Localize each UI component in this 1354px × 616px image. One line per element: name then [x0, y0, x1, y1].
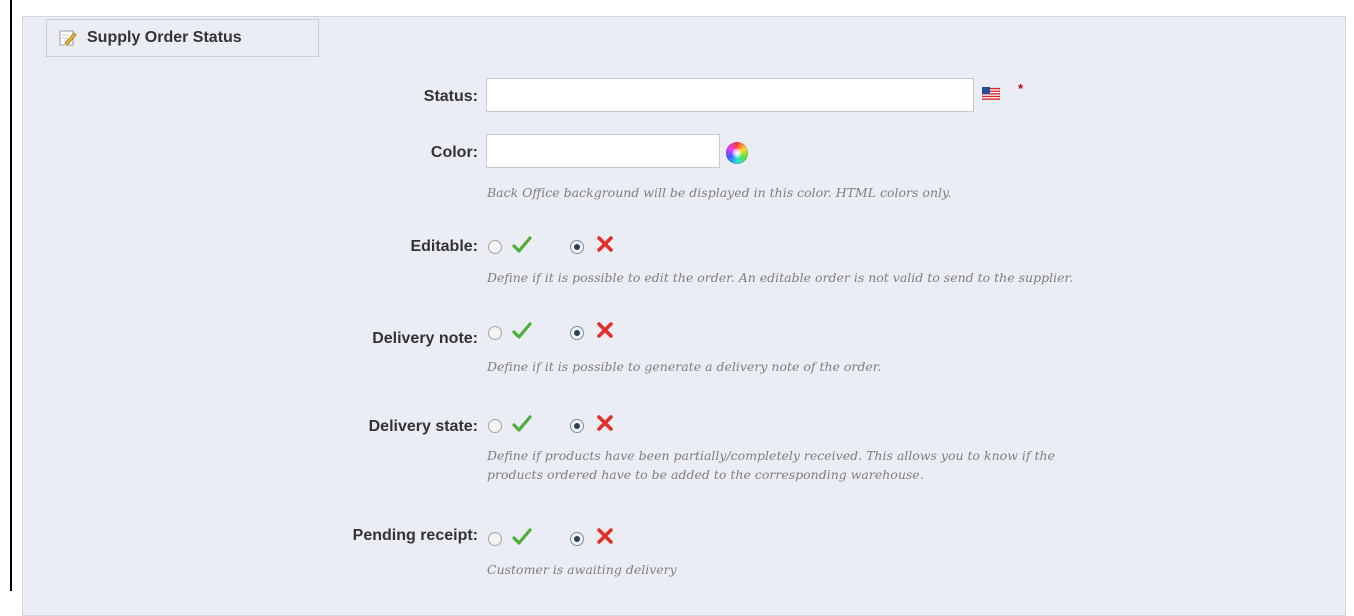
pending-receipt-label: Pending receipt:: [352, 527, 478, 544]
check-icon: [512, 322, 532, 339]
editable-no-radio[interactable]: [570, 240, 584, 254]
delivery-state-no-radio[interactable]: [570, 419, 584, 433]
delivery-note-hint: Define if it is possible to generate a d…: [487, 359, 882, 374]
cross-icon: [597, 415, 613, 431]
fieldset-title: Supply Order Status: [87, 29, 242, 46]
color-hint: Back Office background will be displayed…: [487, 185, 952, 200]
editable-label: Editable:: [410, 238, 478, 255]
us-flag-icon[interactable]: [982, 87, 1000, 100]
pending-receipt-no-radio[interactable]: [570, 532, 584, 546]
status-label: Status:: [423, 88, 478, 105]
delivery-note-label: Delivery note:: [372, 330, 478, 347]
required-mark: *: [1018, 81, 1024, 96]
color-wheel-icon[interactable]: [726, 142, 748, 164]
cross-icon: [597, 528, 613, 544]
status-input[interactable]: [486, 78, 974, 112]
delivery-note-yes-radio[interactable]: [488, 326, 502, 340]
delivery-note-no-radio[interactable]: [570, 326, 584, 340]
pencil-icon: [59, 30, 77, 46]
check-icon: [512, 415, 532, 432]
delivery-state-hint-line2: products ordered have to be added to the…: [487, 467, 924, 482]
editable-hint: Define if it is possible to edit the ord…: [487, 270, 1074, 285]
pending-receipt-yes-radio[interactable]: [488, 532, 502, 546]
delivery-state-label: Delivery state:: [368, 418, 478, 435]
color-label: Color:: [430, 144, 478, 161]
cross-icon: [597, 236, 613, 252]
check-icon: [512, 528, 532, 545]
pending-receipt-hint: Customer is awaiting delivery: [487, 562, 677, 577]
color-input[interactable]: [486, 134, 720, 168]
cross-icon: [597, 322, 613, 338]
fieldset-legend: Supply Order Status: [46, 19, 319, 57]
delivery-state-hint-line1: Define if products have been partially/c…: [487, 448, 1055, 463]
check-icon: [512, 236, 532, 253]
editable-yes-radio[interactable]: [488, 240, 502, 254]
delivery-state-yes-radio[interactable]: [488, 419, 502, 433]
